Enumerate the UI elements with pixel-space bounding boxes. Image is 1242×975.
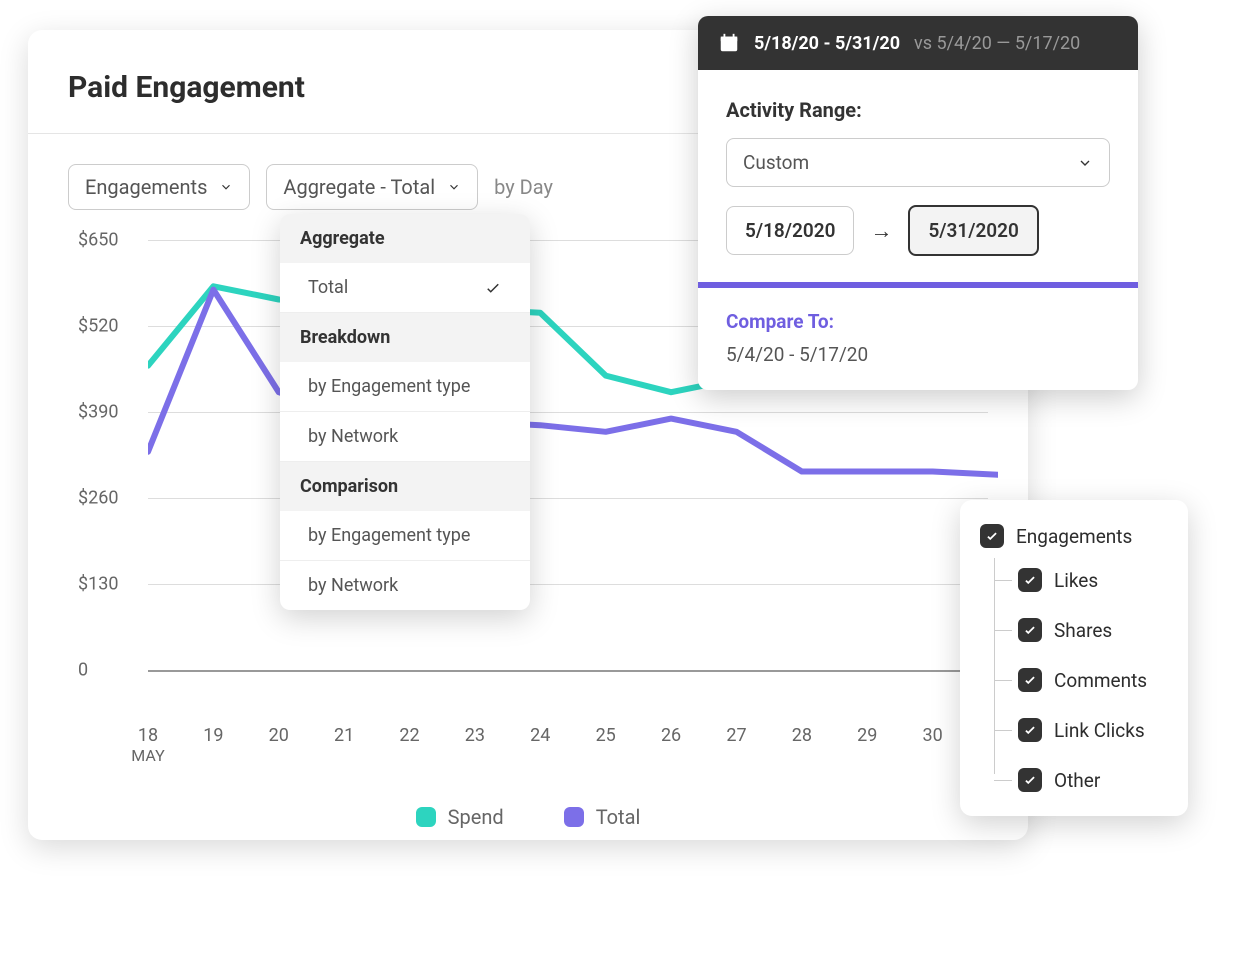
x-axis-tick: 26 — [661, 725, 681, 746]
legend-spend: Spend — [416, 805, 504, 829]
dropdown-item-comparison-network[interactable]: by Network — [280, 561, 530, 610]
x-axis-tick: 19 — [203, 725, 223, 746]
aggregate-select-label: Aggregate - Total — [283, 175, 435, 199]
start-date-input[interactable]: 5/18/2020 — [726, 206, 854, 255]
dropdown-item-label: by Network — [308, 426, 398, 447]
metric-label: Link Clicks — [1054, 719, 1145, 742]
legend-total-label: Total — [596, 805, 641, 829]
dropdown-group-breakdown: Breakdown — [280, 313, 530, 362]
metrics-tree-panel: Engagements Likes Shares Comments Link Clic… — [960, 500, 1188, 816]
metric-label: Shares — [1054, 619, 1112, 642]
end-date-input[interactable]: 5/31/2020 — [908, 205, 1038, 256]
checkbox-checked-icon — [1018, 568, 1042, 592]
activity-range-label: Activity Range: — [726, 98, 1110, 122]
dropdown-item-comparison-engagement[interactable]: by Engagement type — [280, 511, 530, 561]
dropdown-item-label: by Network — [308, 575, 398, 596]
date-inputs: 5/18/2020 → 5/31/2020 — [726, 205, 1110, 256]
metric-children: Likes Shares Comments Link Clicks Other — [994, 568, 1168, 792]
x-axis-tick: 24 — [530, 725, 550, 746]
checkbox-checked-icon — [1018, 618, 1042, 642]
date-range-header[interactable]: 5/18/20 - 5/31/20 vs 5/4/20 — 5/17/20 — [698, 16, 1138, 70]
granularity-label: by Day — [494, 175, 553, 199]
metric-checkbox-other[interactable]: Other — [1018, 768, 1168, 792]
metric-label: Comments — [1054, 669, 1147, 692]
x-axis-tick: 30 — [922, 725, 942, 746]
metric-label: Engagements — [1016, 525, 1132, 548]
tree-line — [994, 558, 995, 774]
metric-checkbox-link-clicks[interactable]: Link Clicks — [1018, 718, 1168, 742]
vs-label: vs 5/4/20 — 5/17/20 — [914, 33, 1080, 54]
dropdown-item-total[interactable]: Total — [280, 263, 530, 313]
aggregate-dropdown-menu: Aggregate Total Breakdown by Engagement … — [280, 214, 530, 610]
dropdown-item-breakdown-engagement[interactable]: by Engagement type — [280, 362, 530, 412]
checkbox-checked-icon — [1018, 718, 1042, 742]
metric-checkbox-engagements[interactable]: Engagements — [980, 524, 1168, 548]
metric-label: Likes — [1054, 569, 1098, 592]
legend-swatch-spend — [416, 807, 436, 827]
range-type-select[interactable]: Custom — [726, 138, 1110, 187]
y-axis-tick: $520 — [78, 316, 118, 337]
range-type-label: Custom — [743, 151, 809, 174]
dropdown-item-label: by Engagement type — [308, 525, 470, 546]
metric-checkbox-shares[interactable]: Shares — [1018, 618, 1168, 642]
x-axis-tick: 27 — [726, 725, 746, 746]
x-axis-tick: 28 — [792, 725, 812, 746]
aggregate-select[interactable]: Aggregate - Total — [266, 164, 478, 210]
compare-to-label: Compare To: — [726, 310, 1110, 333]
primary-range: 5/18/20 - 5/31/20 — [754, 33, 900, 54]
chevron-down-icon — [447, 180, 461, 194]
dropdown-group-aggregate: Aggregate — [280, 214, 530, 263]
dropdown-group-comparison: Comparison — [280, 462, 530, 511]
x-axis-tick: 29 — [857, 725, 877, 746]
y-axis-tick: $260 — [78, 488, 118, 509]
y-axis-tick: $650 — [78, 230, 118, 251]
date-range-body: Activity Range: Custom 5/18/2020 → 5/31/… — [698, 70, 1138, 390]
x-axis-tick: 25 — [596, 725, 616, 746]
calendar-icon — [718, 32, 740, 54]
chevron-down-icon — [1077, 155, 1093, 171]
y-axis-tick: $130 — [78, 574, 118, 595]
dropdown-item-label: Total — [308, 277, 348, 298]
legend-swatch-total — [564, 807, 584, 827]
dropdown-item-breakdown-network[interactable]: by Network — [280, 412, 530, 462]
metric-checkbox-comments[interactable]: Comments — [1018, 668, 1168, 692]
metric-select[interactable]: Engagements — [68, 164, 250, 210]
checkbox-checked-icon — [1018, 668, 1042, 692]
dropdown-item-label: by Engagement type — [308, 376, 470, 397]
x-axis-tick: 18MAY — [131, 725, 164, 765]
legend-spend-label: Spend — [448, 805, 504, 829]
legend-total: Total — [564, 805, 641, 829]
checkbox-checked-icon — [1018, 768, 1042, 792]
x-axis-tick: 20 — [269, 725, 289, 746]
metric-checkbox-likes[interactable]: Likes — [1018, 568, 1168, 592]
chart-legend: Spend Total — [68, 805, 988, 829]
y-axis-tick: 0 — [78, 660, 88, 681]
x-axis-tick: 22 — [399, 725, 419, 746]
x-axis: 18MAY19202122232425262728293031 — [148, 725, 988, 785]
check-icon — [484, 279, 502, 297]
chevron-down-icon — [219, 180, 233, 194]
x-axis-tick: 23 — [465, 725, 485, 746]
arrow-right-icon: → — [870, 218, 892, 244]
metric-label: Other — [1054, 769, 1100, 792]
checkbox-checked-icon — [980, 524, 1004, 548]
y-axis-tick: $390 — [78, 402, 118, 423]
compare-range-value: 5/4/20 - 5/17/20 — [726, 343, 1110, 366]
date-range-popup: 5/18/20 - 5/31/20 vs 5/4/20 — 5/17/20 Ac… — [698, 16, 1138, 390]
x-axis-tick: 21 — [334, 725, 354, 746]
gridline — [148, 670, 988, 672]
metric-select-label: Engagements — [85, 175, 207, 199]
accent-divider — [698, 282, 1138, 288]
